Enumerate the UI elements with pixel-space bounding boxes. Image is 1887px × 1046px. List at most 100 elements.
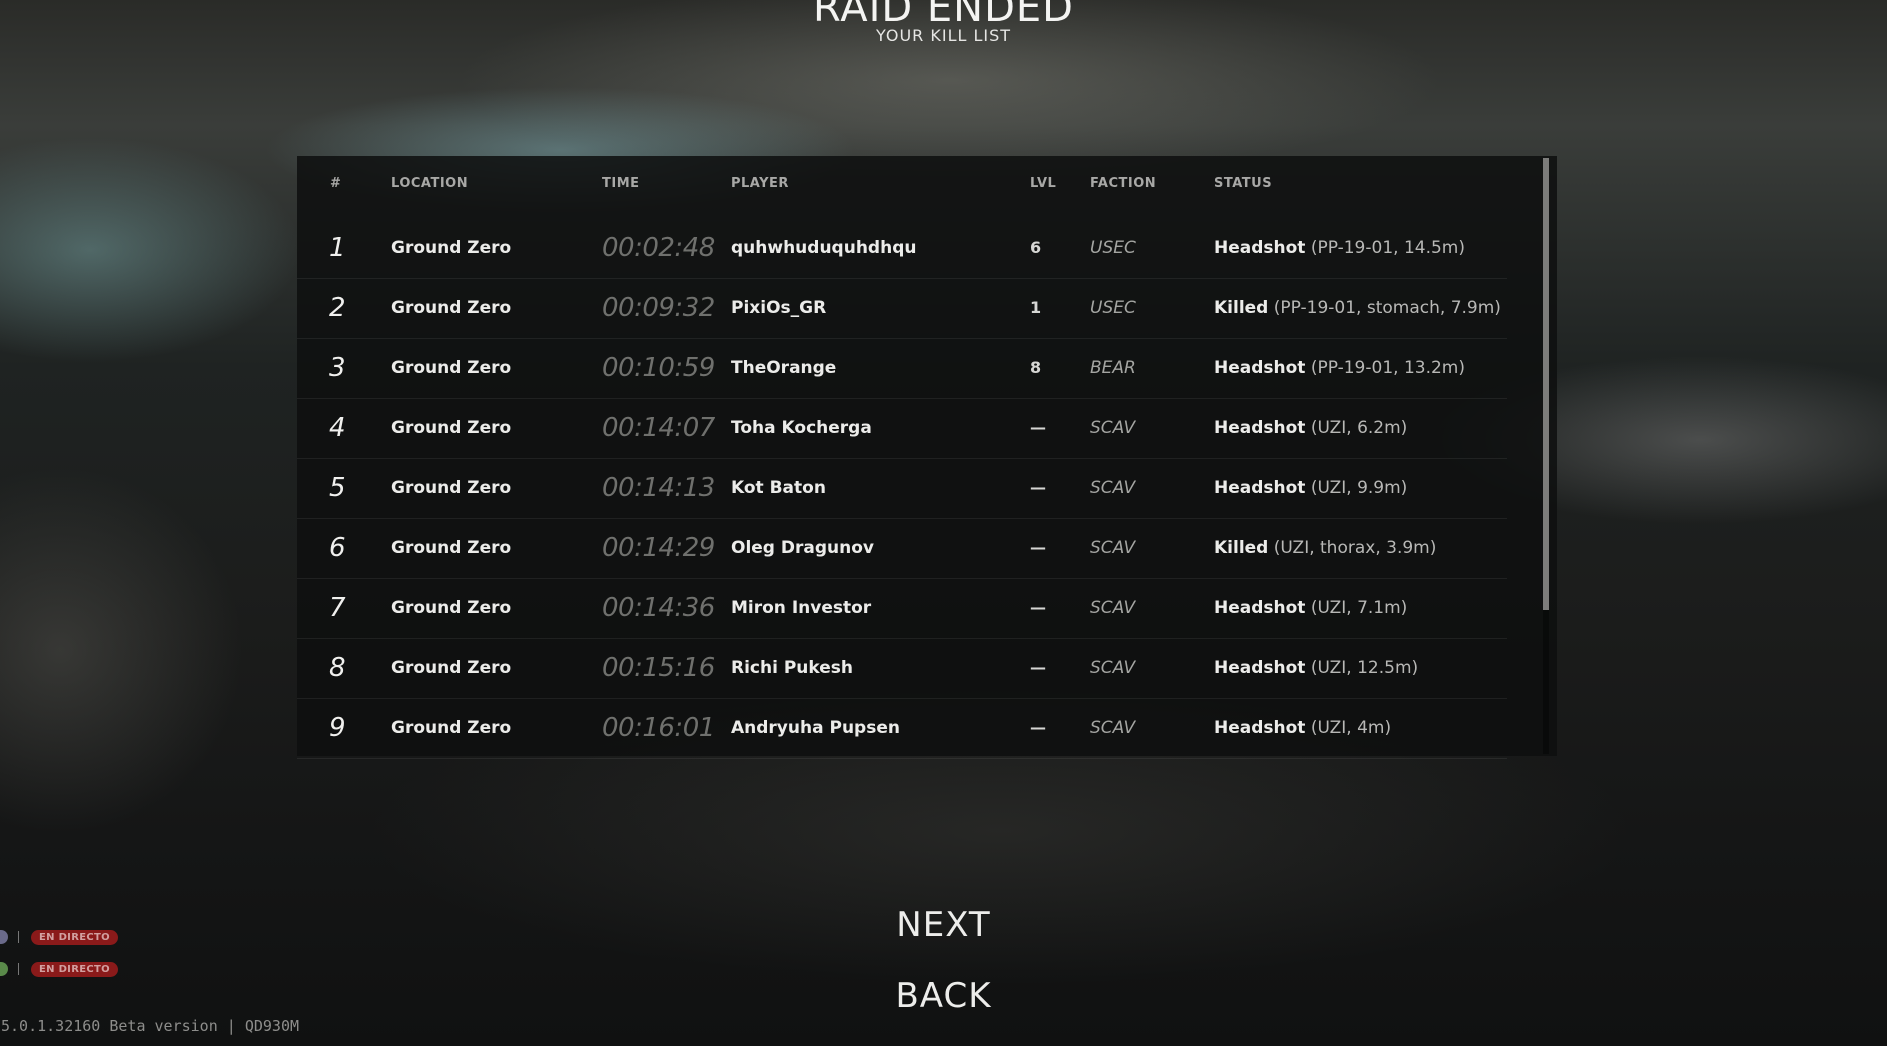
row-faction: SCAV [1090, 718, 1136, 738]
row-time: 00:10:59 [602, 353, 715, 383]
row-player: Miron Investor [731, 598, 872, 618]
row-faction: SCAV [1090, 658, 1136, 678]
live-badge: EN DIRECTO [31, 961, 118, 977]
row-number: 5 [329, 473, 346, 503]
row-number: 6 [329, 533, 346, 563]
row-faction: SCAV [1090, 478, 1136, 498]
row-player: TheOrange [731, 358, 837, 378]
column-header-status: STATUS [1214, 176, 1273, 191]
status-detail: (UZI, 12.5m) [1310, 658, 1419, 678]
row-status: Killed (PP-19-01, stomach, 7.9m) [1214, 278, 1501, 338]
raid-ended-header: RAID ENDED YOUR KILL LIST [0, 0, 1887, 45]
status-type: Headshot [1214, 658, 1306, 678]
row-status: Killed (UZI, thorax, 3.9m) [1214, 518, 1436, 578]
row-location: Ground Zero [391, 718, 512, 738]
column-header-faction: FACTION [1090, 176, 1157, 191]
row-level: — [1030, 418, 1046, 437]
row-player: Toha Kocherga [731, 418, 872, 438]
table-row: 4 Ground Zero 00:14:07 Toha Kocherga — S… [297, 398, 1507, 459]
row-faction: USEC [1090, 238, 1136, 258]
status-type: Headshot [1214, 718, 1306, 738]
live-badge: EN DIRECTO [31, 929, 118, 945]
row-status: Headshot (PP-19-01, 14.5m) [1214, 218, 1465, 278]
row-number: 7 [329, 593, 346, 623]
version-label: 5.0.1.32160 Beta version | QD930M [1, 1017, 300, 1035]
row-location: Ground Zero [391, 658, 512, 678]
status-type: Killed [1214, 298, 1269, 318]
row-number: 8 [329, 653, 346, 683]
status-type: Killed [1214, 538, 1269, 558]
status-type: Headshot [1214, 418, 1306, 438]
scrollbar[interactable] [1543, 158, 1549, 754]
divider [18, 931, 19, 943]
row-status: Headshot (UZI, 6.2m) [1214, 398, 1407, 458]
status-type: Headshot [1214, 478, 1306, 498]
row-level: 1 [1030, 298, 1042, 317]
row-faction: USEC [1090, 298, 1136, 318]
row-level: — [1030, 658, 1046, 677]
row-status: Headshot (UZI, 7.1m) [1214, 578, 1407, 638]
row-time: 00:14:07 [602, 413, 715, 443]
column-header-player: PLAYER [731, 176, 789, 191]
table-row: 2 Ground Zero 00:09:32 PixiOs_GR 1 USEC … [297, 278, 1507, 339]
row-time: 00:14:29 [602, 533, 715, 563]
row-player: Richi Pukesh [731, 658, 854, 678]
row-level: — [1030, 718, 1046, 737]
status-detail: (UZI, 4m) [1310, 718, 1392, 738]
table-row: 3 Ground Zero 00:10:59 TheOrange 8 BEAR … [297, 338, 1507, 399]
status-type: Headshot [1214, 358, 1306, 378]
stream-avatar-icon [0, 930, 8, 944]
row-number: 4 [329, 413, 346, 443]
row-level: 8 [1030, 358, 1042, 377]
row-number: 2 [329, 293, 346, 323]
status-detail: (PP-19-01, 13.2m) [1310, 358, 1465, 378]
row-faction: BEAR [1090, 358, 1136, 378]
status-detail: (PP-19-01, 14.5m) [1310, 238, 1465, 258]
scrollbar-thumb[interactable] [1543, 158, 1549, 610]
row-faction: SCAV [1090, 418, 1136, 438]
row-number: 3 [329, 353, 346, 383]
row-status: Headshot (PP-19-01, 13.2m) [1214, 338, 1465, 398]
status-detail: (UZI, 7.1m) [1310, 598, 1408, 618]
status-detail: (UZI, 6.2m) [1310, 418, 1408, 438]
table-row: 6 Ground Zero 00:14:29 Oleg Dragunov — S… [297, 518, 1507, 579]
table-row: 9 Ground Zero 00:16:01 Andryuha Pupsen —… [297, 698, 1507, 759]
row-status: Headshot (UZI, 9.9m) [1214, 458, 1407, 518]
stream-avatar-icon [0, 962, 8, 976]
column-header-number: # [330, 176, 342, 191]
row-time: 00:14:13 [602, 473, 715, 503]
row-level: — [1030, 478, 1046, 497]
row-location: Ground Zero [391, 538, 512, 558]
divider [18, 963, 19, 975]
stream-live-indicator: EN DIRECTO [0, 961, 118, 977]
table-row: 5 Ground Zero 00:14:13 Kot Baton — SCAV … [297, 458, 1507, 519]
next-button[interactable]: NEXT [0, 905, 1887, 945]
row-player: quhwhuduquhdhqu [731, 238, 917, 258]
row-location: Ground Zero [391, 238, 512, 258]
row-player: Andryuha Pupsen [731, 718, 900, 738]
row-time: 00:09:32 [602, 293, 715, 323]
row-time: 00:14:36 [602, 593, 715, 623]
kill-list-panel: # LOCATION TIME PLAYER LVL FACTION STATU… [297, 156, 1557, 759]
row-faction: SCAV [1090, 538, 1136, 558]
row-time: 00:16:01 [602, 713, 715, 743]
row-faction: SCAV [1090, 598, 1136, 618]
row-time: 00:02:48 [602, 233, 715, 263]
row-location: Ground Zero [391, 358, 512, 378]
row-status: Headshot (UZI, 4m) [1214, 698, 1391, 758]
status-type: Headshot [1214, 238, 1306, 258]
table-header: # LOCATION TIME PLAYER LVL FACTION STATU… [297, 176, 1507, 206]
column-header-time: TIME [602, 176, 640, 191]
row-location: Ground Zero [391, 598, 512, 618]
row-level: 6 [1030, 238, 1042, 257]
row-level: — [1030, 538, 1046, 557]
row-player: Oleg Dragunov [731, 538, 874, 558]
row-number: 1 [329, 233, 346, 263]
column-header-location: LOCATION [391, 176, 469, 191]
row-status: Headshot (UZI, 12.5m) [1214, 638, 1418, 698]
back-button[interactable]: BACK [0, 976, 1887, 1016]
row-level: — [1030, 598, 1046, 617]
column-header-level: LVL [1030, 176, 1057, 191]
status-detail: (UZI, thorax, 3.9m) [1273, 538, 1437, 558]
row-time: 00:15:16 [602, 653, 715, 683]
